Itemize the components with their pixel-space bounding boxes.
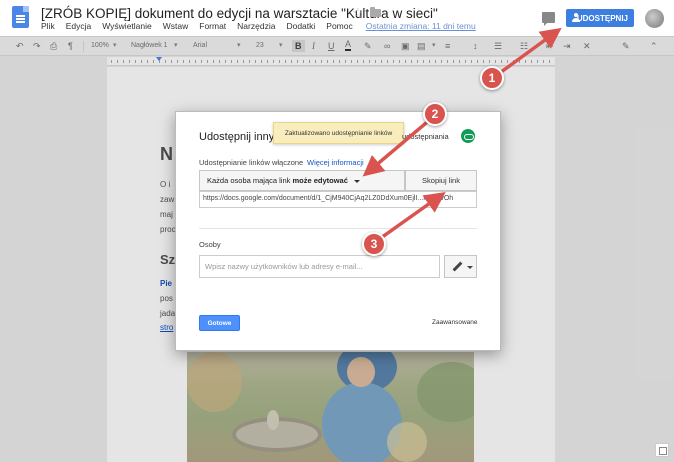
divider — [199, 228, 477, 229]
menu-bar: Plik Edycja Wyświetlanie Wstaw Format Na… — [41, 21, 487, 31]
permission-prefix: Każda osoba mająca link — [207, 176, 293, 185]
menu-addons[interactable]: Dodatki — [286, 21, 315, 31]
copy-link-button[interactable]: Skopiuj link — [405, 170, 477, 191]
share-url-field[interactable]: https://docs.google.com/document/d/1_CjM… — [199, 191, 477, 208]
done-button[interactable]: Gotowe — [199, 315, 240, 331]
permission-pencil-button[interactable] — [444, 255, 477, 278]
explore-icon[interactable] — [655, 443, 669, 457]
share-dialog: Udostępnij innym Zaktualizowano udostępn… — [175, 111, 501, 351]
link-sharing-status: Udostępnianie linków włączone — [199, 158, 304, 167]
avatar[interactable] — [645, 9, 664, 28]
last-edit-link[interactable]: Ostatnia zmiana: 11 dni temu — [366, 21, 476, 31]
menu-edit[interactable]: Edycja — [66, 21, 92, 31]
share-button-label: UDOSTĘPNIJ — [576, 13, 628, 23]
dialog-title: Udostępnij innym — [199, 131, 284, 143]
pencil-icon — [452, 262, 462, 272]
comment-icon[interactable] — [542, 12, 555, 26]
menu-format[interactable]: Format — [199, 21, 226, 31]
advanced-link[interactable]: Zaawansowane — [432, 319, 478, 326]
docs-icon[interactable] — [12, 6, 29, 28]
chevron-down-icon — [353, 179, 360, 183]
folder-icon[interactable] — [370, 7, 381, 17]
share-button[interactable]: UDOSTĘPNIJ — [566, 9, 634, 27]
menu-help[interactable]: Pomoc — [326, 21, 352, 31]
menu-tools[interactable]: Narzędzia — [237, 21, 275, 31]
annotation-badge-2: 2 — [423, 102, 447, 126]
permission-level: może edytować — [292, 176, 348, 185]
people-label: Osoby — [199, 240, 221, 249]
link-permission-select[interactable]: Każda osoba mająca link może edytować — [199, 170, 405, 191]
annotation-badge-1: 1 — [480, 66, 504, 90]
menu-view[interactable]: Wyświetlanie — [102, 21, 152, 31]
people-input[interactable]: Wpisz nazwy użytkowników lub adresy e-ma… — [199, 255, 440, 278]
annotation-badge-3: 3 — [362, 232, 386, 256]
chevron-down-icon — [467, 266, 473, 269]
menu-file[interactable]: Plik — [41, 21, 55, 31]
link-sharing-icon[interactable] — [461, 129, 475, 143]
app-header: [ZRÓB KOPIĘ] dokument do edycji na warsz… — [0, 0, 674, 36]
star-icon[interactable]: ☆ — [352, 5, 364, 21]
menu-insert[interactable]: Wstaw — [163, 21, 189, 31]
person-icon — [572, 13, 580, 23]
more-info-link[interactable]: Więcej informacji — [307, 158, 364, 167]
link-updated-toast: Zaktualizowano udostępnianie linków — [273, 122, 404, 144]
sharing-settings-link[interactable]: udostępniania — [402, 132, 449, 141]
